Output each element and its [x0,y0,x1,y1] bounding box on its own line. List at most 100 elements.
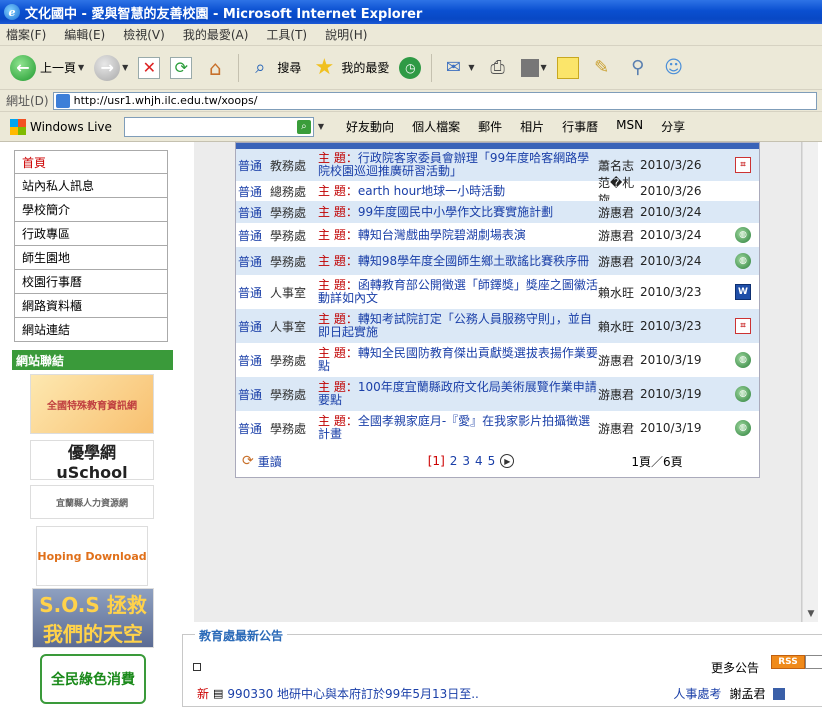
scroll-down-icon[interactable]: ▼ [803,606,819,622]
windows-live-brand[interactable]: Windows Live [30,120,112,134]
forward-dropdown-icon[interactable]: ▼ [122,63,128,72]
row-title[interactable]: 轉知考試院訂定「公務人員服務守則」，並自即日起實施 [318,312,592,339]
live-search-input[interactable]: ⌕ [123,116,314,137]
sidebar-item-calendar[interactable]: 校園行事曆 [14,270,168,294]
banner-sos-sky[interactable]: S.O.S 拯救我們的天空 [32,588,154,648]
stop-icon: ✕ [138,56,161,79]
banner-green-consumption[interactable]: 全民綠色消費 [40,654,146,704]
address-input[interactable]: http://usr1.whjh.ilc.edu.tw/xoops/ [52,91,817,110]
stop-button[interactable]: ✕ [134,50,164,86]
menu-favorites[interactable]: 我的最愛(A) [183,26,249,43]
menu-file[interactable]: 檔案(F) [6,26,46,43]
row-date: 2010/3/24 [640,228,702,242]
toggle-box[interactable] [193,663,201,671]
live-search-dropdown-icon[interactable]: ▼ [318,122,324,131]
next-page-icon[interactable]: ▶ [500,454,515,468]
live-link-mail[interactable]: 郵件 [478,118,502,135]
row-title-link[interactable]: 主 題：轉知98學年度全國師生鄉土歌謠比賽秩序冊 [318,254,598,268]
web-icon[interactable]: ◍ [735,420,751,436]
row-title-link[interactable]: 主 題：100年度宜蘭縣政府文化局美術展覽作業申請要點 [318,381,598,407]
row-date: 2010/3/26 [640,158,702,172]
row-title[interactable]: 全國孝親家庭月-『愛』在我家影片拍攝徵選計畫 [318,414,590,441]
banner-special-education[interactable]: 全國特殊教育資訊網 [30,374,154,434]
row-title[interactable]: 轉知台灣戲曲學院碧湖劇場表演 [358,228,526,242]
sidebar-item-links[interactable]: 網站連結 [14,318,168,342]
row-title[interactable]: earth hour地球一小時活動 [358,184,505,198]
announcement-link[interactable]: 990330 地研中心與本府訂於99年5月13日至.. [227,685,673,702]
web-icon[interactable]: ◍ [735,352,751,368]
row-title-link[interactable]: 主 題：全國孝親家庭月-『愛』在我家影片拍攝徵選計畫 [318,415,598,441]
search-button[interactable]: ⌕ 搜尋 [243,50,305,86]
sidebar-item-home[interactable]: 首頁 [14,150,168,174]
pdf-icon[interactable]: ⌗ [735,318,751,334]
menu-help[interactable]: 說明(H) [325,26,367,43]
page-link-5[interactable]: 5 [488,454,496,468]
row-title-link[interactable]: 主 題：函轉教育部公開徵選「師鐸獎」獎座之圖徽活動詳如內文 [318,279,598,305]
sidebar-item-files[interactable]: 網路資料櫃 [14,294,168,318]
home-button[interactable]: ⌂ [198,50,232,86]
mail-dropdown-icon[interactable]: ▼ [468,63,474,72]
row-title-link[interactable]: 主 題：earth hour地球一小時活動 [318,184,598,198]
doc-icon[interactable]: W [735,284,751,300]
live-search-go-icon[interactable]: ⌕ [296,119,311,134]
banner-uschool[interactable]: 優學網 uSchool [30,440,154,482]
live-link-share[interactable]: 分享 [661,118,685,135]
row-date: 2010/3/19 [640,353,702,367]
row-title[interactable]: 99年度國民中小學作文比賽實施計劃 [358,205,553,219]
live-link-calendar[interactable]: 行事曆 [562,118,598,135]
row-title[interactable]: 轉知98學年度全國師生鄉土歌謠比賽秩序冊 [358,254,589,268]
vertical-scrollbar[interactable]: ▼ [802,142,818,622]
banner-hr-network[interactable]: 宜蘭縣人力資源網 [30,485,154,519]
save-icon[interactable] [773,687,786,700]
live-link-profile[interactable]: 個人檔案 [412,118,460,135]
research-button[interactable]: ⚲ [621,50,655,86]
sidebar-item-teachers-students[interactable]: 師生園地 [14,246,168,270]
row-title-link[interactable]: 主 題：轉知台灣戲曲學院碧湖劇場表演 [318,228,598,242]
page-link-2[interactable]: 2 [450,454,458,468]
page-link-3[interactable]: 3 [462,454,470,468]
reload-button[interactable]: ⟳ 重讀 [242,453,282,470]
forward-button[interactable]: → ▼ [90,50,132,86]
edit-button[interactable]: ▼ [517,50,551,86]
live-link-photos[interactable]: 相片 [520,118,544,135]
row-title[interactable]: 行政院客家委員會辦理「99年度哈客網路學院校園巡迴推廣研習活動」 [318,151,589,178]
menu-edit[interactable]: 編輯(E) [64,26,105,43]
row-title-link[interactable]: 主 題：99年度國民中小學作文比賽實施計劃 [318,205,598,219]
messenger-button[interactable]: ☺ [657,50,691,86]
banner-hoping-download[interactable]: Hoping Download [36,526,148,586]
web-icon[interactable]: ◍ [735,253,751,269]
row-title[interactable]: 函轉教育部公開徵選「師鐸獎」獎座之圖徽活動詳如內文 [318,278,598,305]
live-link-msn[interactable]: MSN [616,118,643,135]
row-author: 賴水旺 [598,319,635,334]
row-title-link[interactable]: 主 題：轉知考試院訂定「公務人員服務守則」，並自即日起實施 [318,313,598,339]
favorites-button[interactable]: ★ 我的最愛 [307,50,393,86]
row-title[interactable]: 100年度宜蘭縣政府文化局美術展覽作業申請要點 [318,380,597,407]
web-icon[interactable]: ◍ [735,386,751,402]
menu-view[interactable]: 檢視(V) [123,26,165,43]
menu-tools[interactable]: 工具(T) [266,26,307,43]
row-title[interactable]: 轉知全民國防教育傑出貢獻獎選拔表揚作業要點 [318,346,598,373]
back-dropdown-icon[interactable]: ▼ [78,63,84,72]
sidebar-item-school-intro[interactable]: 學校簡介 [14,198,168,222]
mail-button[interactable]: ✉ ▼ [436,50,478,86]
history-button[interactable]: ◷ [395,50,425,86]
row-date: 2010/3/19 [640,387,702,401]
page-link-4[interactable]: 4 [475,454,483,468]
research-icon: ⚲ [631,57,645,78]
row-title-link[interactable]: 主 題：轉知全民國防教育傑出貢獻獎選拔表揚作業要點 [318,347,598,373]
note-button[interactable] [553,50,583,86]
pen-button[interactable]: ✎ [585,50,619,86]
pdf-icon[interactable]: ⌗ [735,157,751,173]
sidebar-item-admin[interactable]: 行政專區 [14,222,168,246]
rss-icon[interactable]: RSS [771,655,805,669]
refresh-button[interactable]: ⟳ [166,50,196,86]
print-button[interactable]: ⎙ [481,50,515,86]
sidebar-item-private-messages[interactable]: 站內私人訊息 [14,174,168,198]
row-title-link[interactable]: 主 題：行政院客家委員會辦理「99年度哈客網路學院校園巡迴推廣研習活動」 [318,152,598,178]
web-icon[interactable]: ◍ [735,227,751,243]
edit-dropdown-icon[interactable]: ▼ [541,63,547,72]
more-announcements-link[interactable]: 更多公告 [711,659,759,676]
back-button[interactable]: ← 上一頁 ▼ [6,50,88,86]
table-row: 普通 學務處主 題：100年度宜蘭縣政府文化局美術展覽作業申請要點 游惠君 2010/… [236,377,759,411]
live-link-friends[interactable]: 好友動向 [346,118,394,135]
